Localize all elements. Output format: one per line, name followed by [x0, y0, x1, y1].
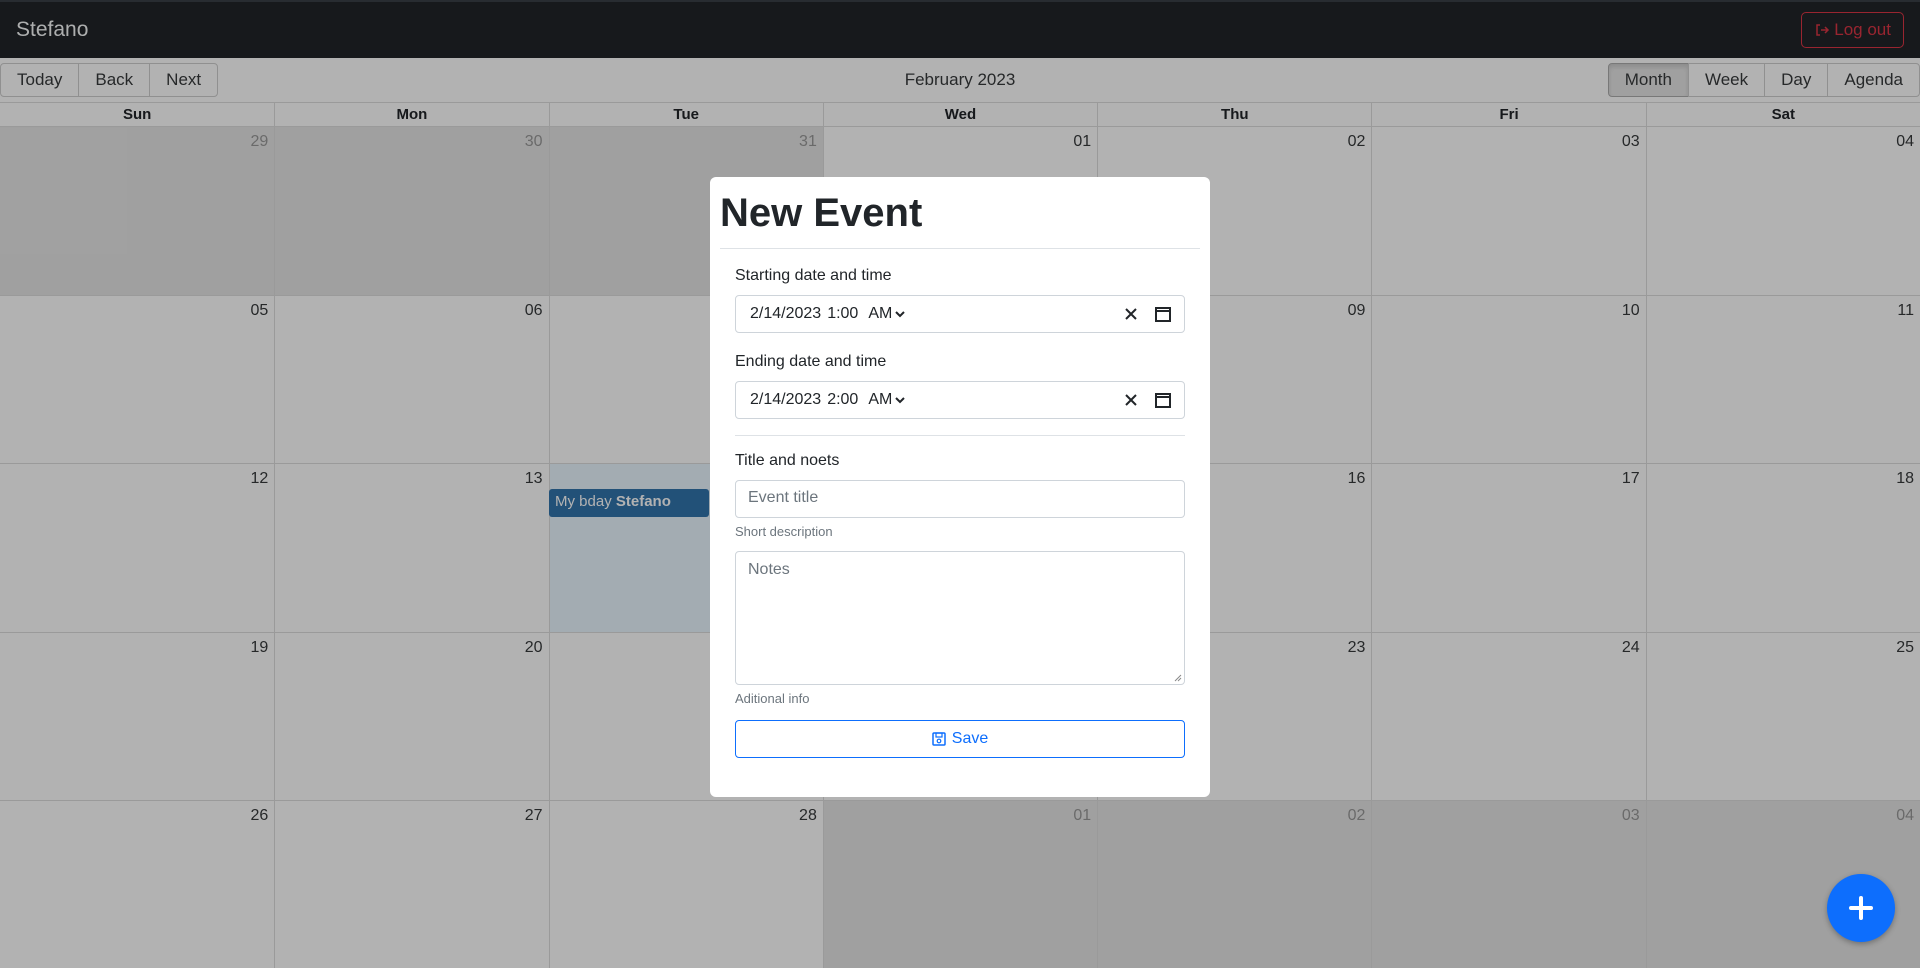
notes-placeholder: Notes	[748, 561, 790, 578]
calendar-icon[interactable]	[1154, 305, 1172, 323]
chevron-down-icon	[895, 397, 906, 404]
start-date[interactable]: 2/14/2023	[750, 305, 821, 323]
end-input-icons	[1122, 391, 1172, 409]
save-label: Save	[951, 730, 989, 747]
end-datetime-input[interactable]: 2/14/2023 2:00 AM	[735, 381, 1185, 419]
add-event-fab[interactable]	[1827, 874, 1895, 942]
notes-help-text: Aditional info	[735, 691, 810, 706]
notes-textarea[interactable]: Notes	[735, 551, 1185, 685]
save-icon	[932, 732, 946, 746]
end-value: 2/14/2023 2:00 AM	[750, 391, 1122, 409]
end-date[interactable]: 2/14/2023	[750, 391, 821, 409]
modal-title: New Event	[720, 189, 1200, 249]
plus-icon	[1849, 896, 1873, 920]
clear-icon[interactable]	[1122, 305, 1140, 323]
start-label: Starting date and time	[735, 267, 892, 284]
event-title-input[interactable]: Event title	[735, 480, 1185, 518]
save-button[interactable]: Save	[735, 720, 1185, 758]
start-ampm-select[interactable]: AM	[868, 305, 906, 323]
form-divider	[735, 435, 1185, 436]
start-time[interactable]: 1:00	[827, 305, 858, 323]
calendar-icon[interactable]	[1154, 391, 1172, 409]
end-ampm-value: AM	[868, 391, 893, 408]
clear-icon[interactable]	[1122, 391, 1140, 409]
end-ampm-select[interactable]: AM	[868, 391, 906, 409]
start-datetime-input[interactable]: 2/14/2023 1:00 AM	[735, 295, 1185, 333]
end-label: Ending date and time	[735, 353, 887, 370]
start-input-icons	[1122, 305, 1172, 323]
title-help-text: Short description	[735, 524, 833, 539]
start-value: 2/14/2023 1:00 AM	[750, 305, 1122, 323]
chevron-down-icon	[895, 311, 906, 318]
title-notes-label: Title and noets	[735, 452, 840, 469]
resize-handle-icon[interactable]	[1174, 674, 1182, 682]
event-form: Starting date and time 2/14/2023 1:00 AM…	[720, 249, 1200, 758]
start-ampm-value: AM	[868, 305, 893, 322]
new-event-modal: New Event Starting date and time 2/14/20…	[710, 177, 1210, 797]
end-time[interactable]: 2:00	[827, 391, 858, 409]
